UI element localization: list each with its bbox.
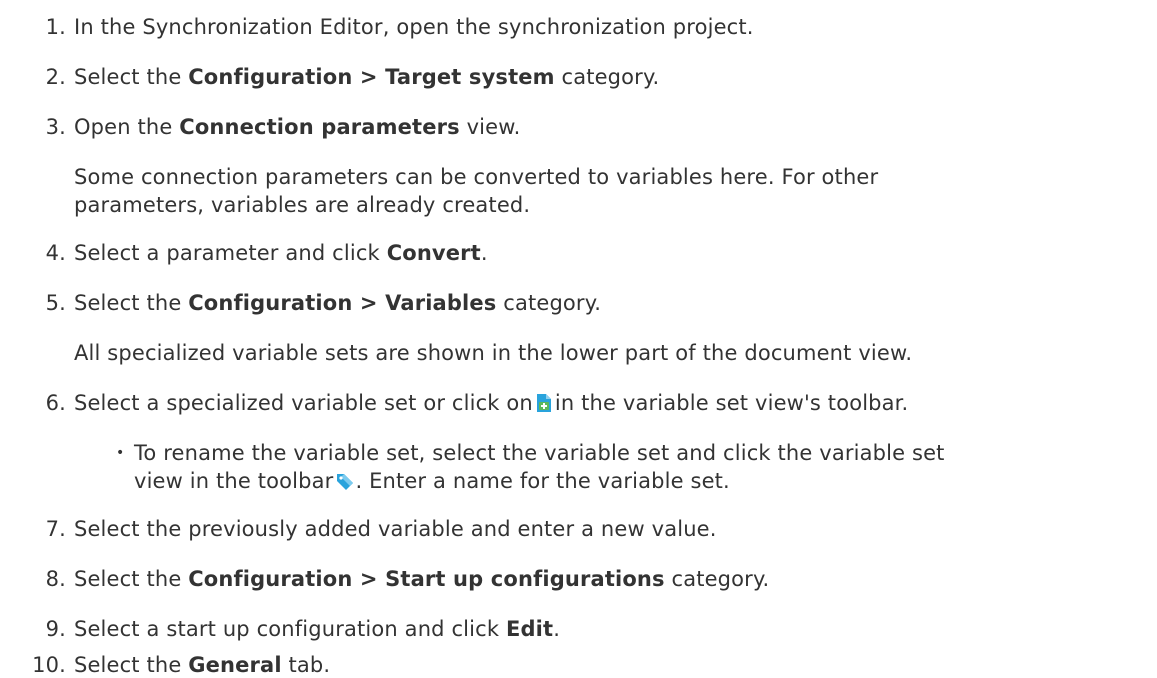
step-number: 6. bbox=[45, 391, 66, 415]
instruction-document: 1. In the Synchronization Editor, open t… bbox=[0, 0, 1157, 678]
bullet-marker: • bbox=[116, 445, 125, 461]
step-2-text: Select the Configuration > Target system… bbox=[74, 65, 660, 89]
add-variable-set-icon bbox=[536, 393, 552, 413]
step-10-text: Select the General tab. bbox=[74, 653, 331, 677]
step-1-text: In the Synchronization Editor, open the … bbox=[74, 15, 754, 39]
step-3-note-line-2: parameters, variables are already create… bbox=[74, 193, 531, 217]
step-number: 8. bbox=[45, 567, 66, 591]
step-5-text: Select the Configuration > Variables cat… bbox=[74, 291, 602, 315]
step-3-note-line-1: Some connection parameters can be conver… bbox=[74, 165, 879, 189]
step-9-bold: Edit bbox=[505, 617, 554, 641]
step-10-bold: General bbox=[188, 653, 282, 677]
step-5-note: All specialized variable sets are shown … bbox=[74, 341, 913, 365]
step-3-text: Open the Connection parameters view. bbox=[74, 115, 521, 139]
step-6-sub-line-2: view in the toolbar. Enter a name for th… bbox=[134, 469, 730, 493]
step-2-bold: Configuration > Target system bbox=[188, 65, 555, 89]
step-4-text: Select a parameter and click Convert. bbox=[74, 241, 488, 265]
step-number: 1. bbox=[45, 15, 66, 39]
step-9-text: Select a start up configuration and clic… bbox=[74, 617, 561, 641]
step-number: 5. bbox=[45, 291, 66, 315]
step-6-text: Select a specialized variable set or cli… bbox=[74, 391, 909, 415]
step-8-bold: Configuration > Start up configurations bbox=[188, 567, 665, 591]
step-3-bold: Connection parameters bbox=[179, 115, 460, 139]
step-number: 2. bbox=[45, 65, 66, 89]
step-number: 7. bbox=[45, 517, 66, 541]
step-number: 9. bbox=[45, 617, 66, 641]
step-number: 3. bbox=[45, 115, 66, 139]
step-number: 4. bbox=[45, 241, 66, 265]
step-8-text: Select the Configuration > Start up conf… bbox=[74, 567, 770, 591]
step-6-sub-line-1: To rename the variable set, select the v… bbox=[134, 441, 945, 465]
step-7-text: Select the previously added variable and… bbox=[74, 517, 717, 541]
step-5-bold: Configuration > Variables bbox=[188, 291, 497, 315]
step-4-bold: Convert bbox=[386, 241, 481, 265]
step-number: 10. bbox=[32, 653, 66, 677]
rename-tag-icon bbox=[335, 471, 355, 491]
